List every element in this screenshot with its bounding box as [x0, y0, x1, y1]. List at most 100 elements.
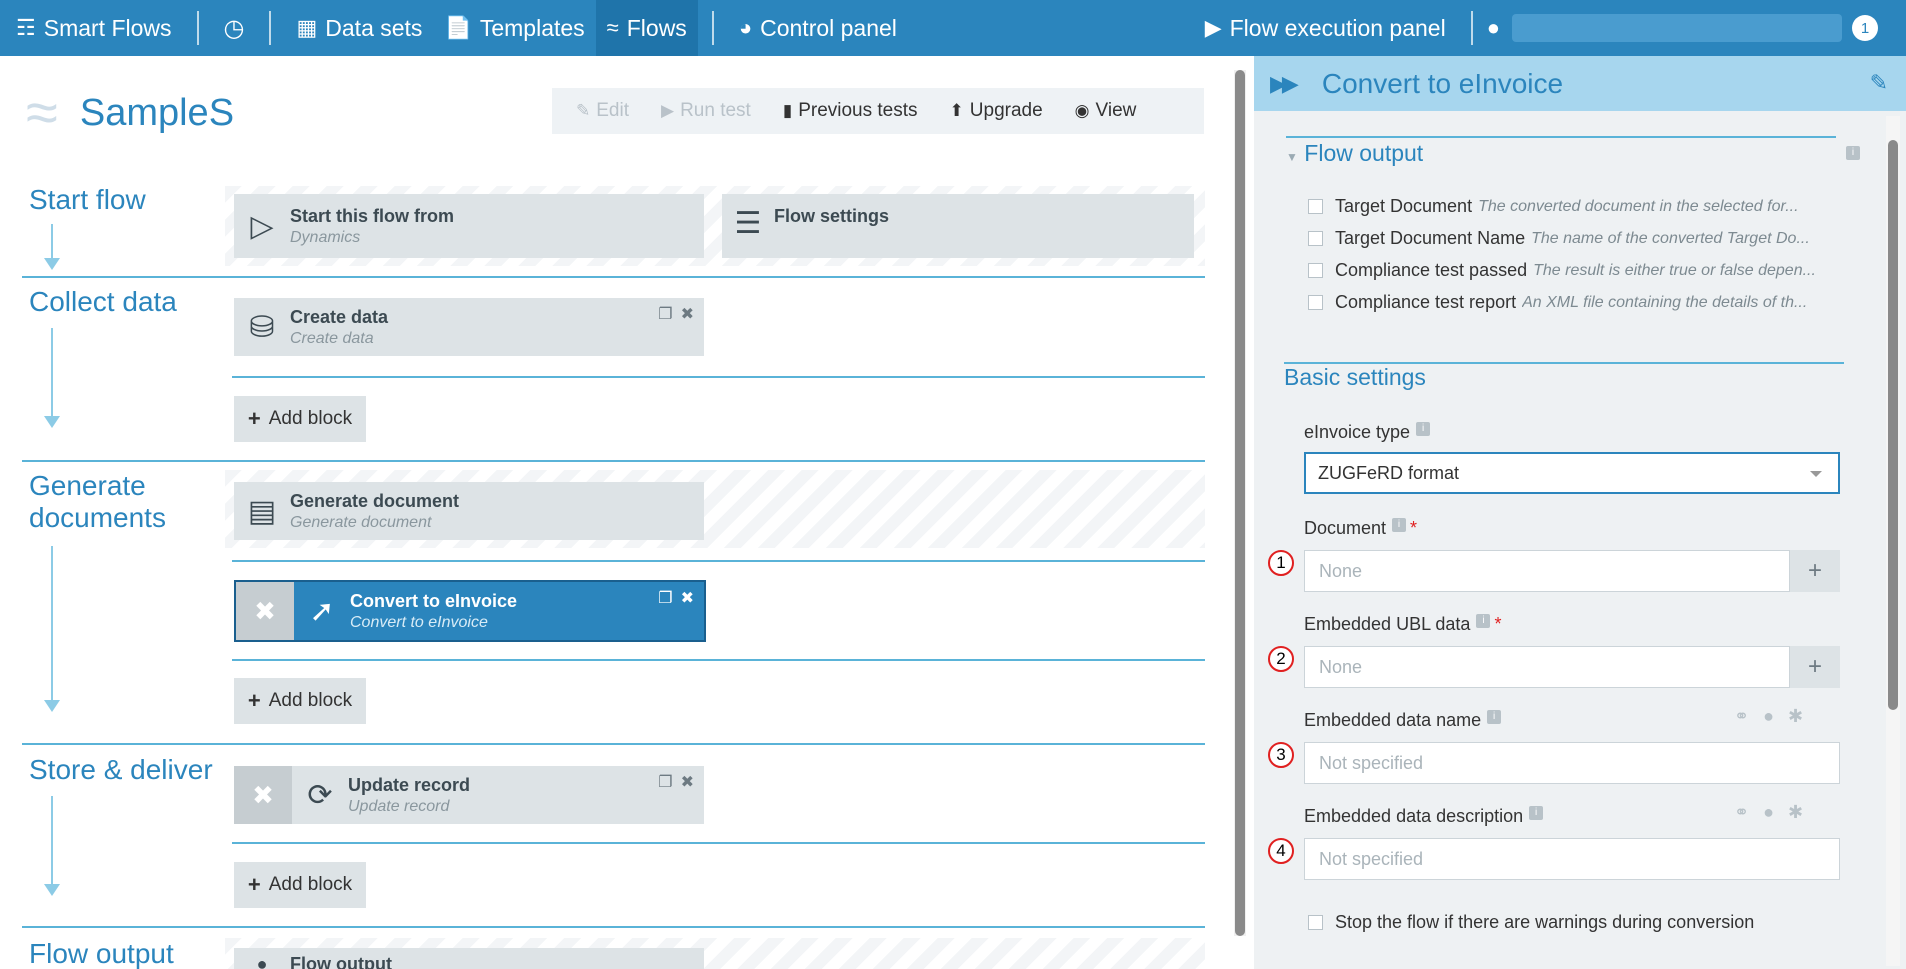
- previous-tests-label: Previous tests: [798, 100, 918, 121]
- user-icon: ●: [1486, 15, 1500, 40]
- section-title-start-flow: Start flow: [29, 184, 146, 215]
- block-divider: [232, 842, 1205, 844]
- nav-separator: [711, 11, 714, 45]
- nav-flows[interactable]: ≈ Flows: [595, 0, 698, 56]
- info-icon[interactable]: i: [1846, 146, 1860, 160]
- flow-execution-panel-link[interactable]: ▶ Flow execution panel: [1194, 0, 1457, 56]
- flow-output-item[interactable]: Compliance test passed The result is eit…: [1308, 260, 1838, 281]
- field-label-text: Document: [1304, 518, 1387, 538]
- field-tools: ⚭ ● ✱: [1734, 706, 1803, 727]
- flow-output-item[interactable]: Compliance test report An XML file conta…: [1308, 292, 1838, 313]
- flow-arrow: [51, 224, 53, 260]
- view-button[interactable]: ◉ View: [1059, 100, 1153, 122]
- generate-document-block[interactable]: ▤ Generate document Generate document: [234, 482, 704, 540]
- convert-to-einvoice-block[interactable]: ✖ ➚ Convert to eInvoice Convert to eInvoi…: [234, 580, 706, 642]
- flow-output-section-toggle[interactable]: ▼ Flow output: [1286, 140, 1423, 167]
- history-button[interactable]: ◷: [213, 0, 256, 56]
- output-item-label: Compliance test passed: [1335, 260, 1528, 280]
- add-block-button[interactable]: + Add block: [234, 678, 366, 724]
- document-label: Document i *: [1304, 518, 1417, 539]
- embedded-data-description-label: Embedded data description i: [1304, 806, 1544, 827]
- checkbox[interactable]: [1308, 263, 1323, 278]
- info-icon[interactable]: i: [1476, 614, 1491, 628]
- section-divider: [22, 926, 1205, 928]
- checkbox[interactable]: [1308, 915, 1323, 930]
- copy-icon[interactable]: ❐: [658, 588, 672, 608]
- plus-icon: +: [247, 872, 261, 897]
- checkbox[interactable]: [1308, 231, 1323, 246]
- create-data-block[interactable]: ⛁ Create data Create data ❐ ✖: [234, 298, 704, 356]
- flow-settings-block[interactable]: ☰ Flow settings: [722, 194, 1194, 258]
- variable-icon[interactable]: ⚭: [1734, 802, 1749, 823]
- previous-tests-button[interactable]: ▮ Previous tests: [767, 100, 934, 122]
- stop-on-warnings-option[interactable]: Stop the flow if there are warnings duri…: [1308, 912, 1838, 933]
- editor-scrollbar-thumb[interactable]: [1235, 70, 1245, 936]
- info-icon[interactable]: i: [1416, 422, 1431, 436]
- flow-output-block[interactable]: ● Flow output: [234, 948, 704, 969]
- info-icon[interactable]: i: [1487, 710, 1502, 724]
- close-icon[interactable]: ✖: [681, 588, 694, 608]
- section-title: Flow output: [1304, 140, 1424, 166]
- nav-templates[interactable]: 📄 Templates: [433, 0, 595, 56]
- embedded-data-description-input[interactable]: Not specified: [1304, 838, 1840, 880]
- document-field[interactable]: None: [1304, 550, 1790, 592]
- flow-output-item[interactable]: Target Document Name The name of the con…: [1308, 228, 1838, 249]
- upgrade-button[interactable]: ⬆ Upgrade: [934, 100, 1059, 122]
- section-title-line: documents: [29, 502, 166, 534]
- pencil-icon[interactable]: ✎: [1870, 70, 1888, 96]
- checkbox[interactable]: [1308, 295, 1323, 310]
- add-block-button[interactable]: + Add block: [234, 862, 366, 908]
- user-menu[interactable]: [1512, 14, 1842, 42]
- start-flow-block[interactable]: ▷ Start this flow from Dynamics: [234, 194, 704, 258]
- copy-icon[interactable]: ❐: [658, 772, 672, 792]
- edit-label: Edit: [596, 100, 629, 121]
- panel-scrollbar-thumb[interactable]: [1888, 140, 1898, 710]
- update-record-block[interactable]: ✖ ⟳ Update record Update record ❐ ✖: [234, 766, 704, 824]
- clock-icon: ◷: [223, 14, 245, 42]
- user-icon[interactable]: ●: [1763, 802, 1774, 823]
- editor-scrollbar[interactable]: [1234, 70, 1246, 936]
- close-icon[interactable]: ✖: [681, 772, 694, 792]
- embedded-ubl-field[interactable]: None: [1304, 646, 1790, 688]
- asterisk-icon[interactable]: ✱: [1788, 706, 1803, 727]
- flow-output-item[interactable]: Target Document The converted document i…: [1308, 196, 1838, 217]
- refresh-icon: ⟳: [307, 778, 333, 812]
- run-test-button[interactable]: ▶ Run test: [645, 100, 767, 122]
- flow-arrow: [51, 796, 53, 886]
- add-ubl-button[interactable]: +: [1790, 646, 1840, 688]
- output-item-description: The name of the converted Target Do...: [1531, 229, 1810, 247]
- nav-control-panel[interactable]: ◕ Control panel: [728, 0, 908, 56]
- asterisk-icon[interactable]: ✱: [1788, 802, 1803, 823]
- copy-icon[interactable]: ❐: [658, 304, 672, 324]
- section-title-collect-data: Collect data: [29, 286, 177, 317]
- block-properties-panel: ▶▶ Convert to eInvoice ✎ ▼ Flow output i…: [1254, 56, 1906, 969]
- block-subtitle: Update record: [348, 797, 450, 815]
- field-label-text: Embedded data description: [1304, 806, 1524, 826]
- app-home-link[interactable]: ☶ Smart Flows: [0, 0, 183, 56]
- checkbox[interactable]: [1308, 199, 1323, 214]
- block-divider: [232, 560, 1205, 562]
- embedded-data-name-input[interactable]: Not specified: [1304, 742, 1840, 784]
- add-block-button[interactable]: + Add block: [234, 396, 366, 442]
- einvoice-type-select[interactable]: ZUGFeRD format: [1304, 452, 1840, 494]
- output-item-description: The converted document in the selected f…: [1478, 197, 1799, 215]
- variable-icon[interactable]: ⚭: [1734, 706, 1749, 727]
- block-subtitle: Dynamics: [290, 228, 361, 246]
- block-name: Generate document: [290, 490, 460, 511]
- close-icon[interactable]: ✖: [681, 304, 694, 324]
- database-icon: ⛁: [249, 310, 275, 344]
- upgrade-label: Upgrade: [969, 100, 1043, 121]
- user-icon[interactable]: ●: [1763, 706, 1774, 727]
- panel-scrollbar[interactable]: [1886, 116, 1900, 966]
- flow-arrow: [51, 328, 53, 418]
- nav-data-sets[interactable]: ▦ Data sets: [285, 0, 433, 56]
- info-icon[interactable]: i: [1529, 806, 1544, 820]
- flow-icon: ≈: [26, 80, 58, 145]
- add-document-button[interactable]: +: [1790, 550, 1840, 592]
- edit-button[interactable]: ✎ Edit: [560, 100, 645, 122]
- info-icon[interactable]: i: [1392, 518, 1407, 532]
- panel-header: ▶▶ Convert to eInvoice ✎: [1254, 56, 1906, 111]
- collapse-panel-icon[interactable]: ▶▶: [1270, 71, 1299, 97]
- block-name: Start this flow from: [290, 205, 455, 226]
- notification-badge[interactable]: 1: [1852, 15, 1878, 41]
